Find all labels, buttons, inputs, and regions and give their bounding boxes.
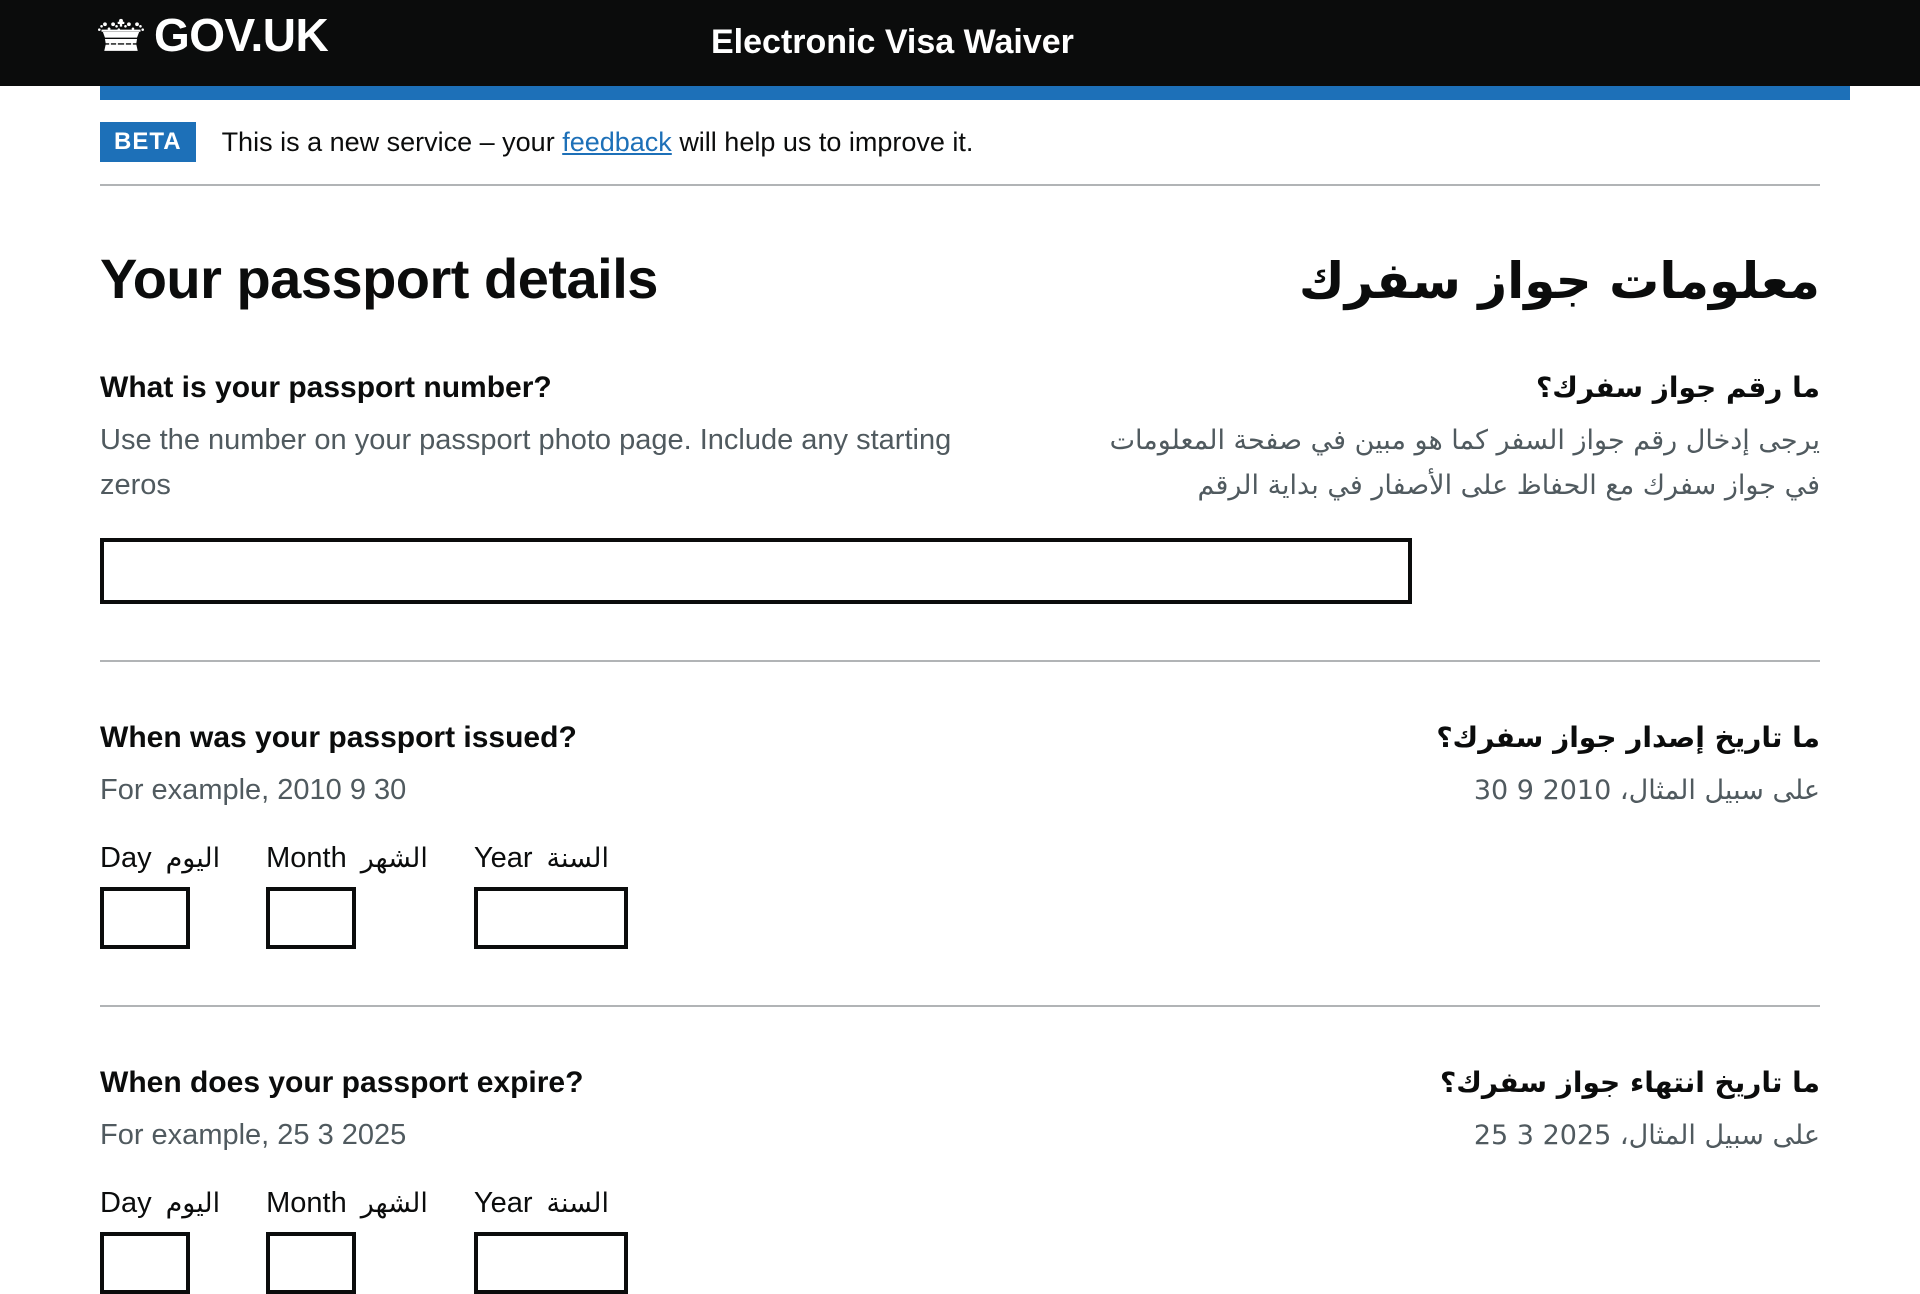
site-header: GOV.UK Electronic Visa Waiver: [0, 0, 1920, 100]
passport-expire-year-input[interactable]: [473, 1232, 628, 1294]
phase-banner-text: This is a new service – your feedback wi…: [222, 126, 974, 158]
passport-expire-day-group: Day اليوم: [100, 1186, 220, 1294]
passport-issued-year-input[interactable]: [473, 887, 628, 949]
passport-issued-date-fields: Day اليوم Month الشهر Year السنة: [100, 841, 1820, 949]
year-label-ar: السنة: [546, 843, 609, 874]
year-label-en: Year: [473, 1187, 533, 1219]
passport-issued-hint: For example, 2010 9 30: [100, 774, 407, 806]
passport-issued-year-label: Year السنة: [474, 841, 628, 876]
day-label-en: Day: [100, 842, 152, 874]
day-label-ar: اليوم: [165, 1188, 221, 1219]
passport-expire-label-row: When does your passport expire? For exam…: [100, 1065, 1820, 1158]
passport-number-input[interactable]: [100, 538, 1412, 604]
govuk-logo-link[interactable]: GOV.UK: [98, 9, 329, 61]
crown-icon: [98, 15, 144, 55]
year-label-en: Year: [473, 842, 533, 874]
day-label-ar: اليوم: [165, 843, 221, 874]
passport-number-en-col: What is your passport number? Use the nu…: [100, 370, 1046, 508]
passport-expire-hint-arabic: على سبيل المثال، 2025 3 25: [1473, 1120, 1820, 1151]
day-label-en: Day: [100, 1187, 152, 1219]
page-title-arabic: معلومات جواز سفرك: [1298, 252, 1820, 310]
passport-issued-month-label: Month الشهر: [266, 841, 428, 876]
passport-expire-label-arabic: ما تاريخ انتهاء جواز سفرك؟: [1440, 1066, 1820, 1099]
page-title-ar-col: معلومات جواز سفرك: [1098, 248, 1820, 312]
service-name: Electronic Visa Waiver: [711, 23, 1074, 61]
passport-expire-month-group: Month الشهر: [266, 1186, 428, 1294]
passport-issued-day-input[interactable]: [100, 887, 190, 949]
passport-expire-year-group: Year السنة: [473, 1186, 628, 1294]
feedback-link[interactable]: feedback: [562, 127, 672, 157]
passport-number-ar-col: ما رقم جواز سفرك؟ يرجى إدخال رقم جواز ال…: [1098, 370, 1820, 508]
phase-text-before: This is a new service – your: [221, 127, 555, 157]
passport-expire-year-label: Year السنة: [474, 1186, 628, 1221]
passport-issued-year-group: Year السنة: [473, 841, 628, 949]
year-label-ar: السنة: [546, 1188, 609, 1219]
passport-expire-month-input[interactable]: [266, 1232, 357, 1294]
passport-expire-day-input[interactable]: [100, 1232, 190, 1294]
passport-expire-day-label: Day اليوم: [100, 1186, 220, 1221]
passport-number-hint-arabic: يرجى إدخال رقم جواز السفر كما هو مبين في…: [1109, 425, 1820, 501]
phase-banner: BETA This is a new service – your feedba…: [100, 100, 1820, 186]
month-label-en: Month: [266, 842, 347, 874]
phase-text-after: will help us to improve it.: [679, 127, 974, 157]
passport-issued-day-group: Day اليوم: [100, 841, 220, 949]
question-passport-expire: When does your passport expire? For exam…: [100, 1007, 1820, 1294]
passport-expire-hint: For example, 25 3 2025: [100, 1119, 407, 1151]
passport-issued-label-row: When was your passport issued? For examp…: [100, 720, 1820, 813]
passport-issued-month-group: Month الشهر: [266, 841, 428, 949]
month-label-ar: الشهر: [360, 1188, 428, 1219]
page-title-row: Your passport details معلومات جواز سفرك: [100, 248, 1820, 312]
passport-issued-hint-arabic: على سبيل المثال، 2010 9 30: [1473, 775, 1820, 806]
passport-issued-label-arabic: ما تاريخ إصدار جواز سفرك؟: [1436, 721, 1820, 754]
passport-issued-en-col: When was your passport issued? For examp…: [100, 720, 1046, 813]
passport-expire-month-label: Month الشهر: [266, 1186, 428, 1221]
passport-number-label-row: What is your passport number? Use the nu…: [100, 370, 1820, 508]
page-title-en-col: Your passport details: [100, 248, 1046, 310]
phase-banner-wrapper: BETA This is a new service – your feedba…: [0, 86, 1920, 186]
passport-number-label: What is your passport number?: [100, 371, 552, 404]
question-passport-issued: When was your passport issued? For examp…: [100, 662, 1820, 1007]
month-label-ar: الشهر: [360, 843, 428, 874]
status-badge: BETA: [100, 122, 196, 162]
passport-issued-day-label: Day اليوم: [100, 841, 220, 876]
passport-number-label-arabic: ما رقم جواز سفرك؟: [1536, 371, 1820, 404]
passport-issued-label: When was your passport issued?: [100, 721, 577, 754]
question-passport-number: What is your passport number? Use the nu…: [100, 312, 1820, 662]
passport-issued-month-input[interactable]: [266, 887, 357, 949]
passport-issued-ar-col: ما تاريخ إصدار جواز سفرك؟ على سبيل المثا…: [1098, 720, 1820, 813]
passport-number-hint: Use the number on your passport photo pa…: [100, 424, 952, 501]
passport-expire-date-fields: Day اليوم Month الشهر Year السنة: [100, 1186, 1820, 1294]
month-label-en: Month: [266, 1187, 347, 1219]
header-inner: GOV.UK Electronic Visa Waiver: [0, 0, 1920, 86]
passport-expire-en-col: When does your passport expire? For exam…: [100, 1065, 1046, 1158]
page-title: Your passport details: [100, 247, 658, 310]
govuk-logo-text: GOV.UK: [154, 9, 329, 61]
passport-expire-label: When does your passport expire?: [100, 1066, 584, 1099]
main-content: Your passport details معلومات جواز سفرك …: [100, 248, 1820, 1294]
passport-expire-ar-col: ما تاريخ انتهاء جواز سفرك؟ على سبيل المث…: [1098, 1065, 1820, 1158]
